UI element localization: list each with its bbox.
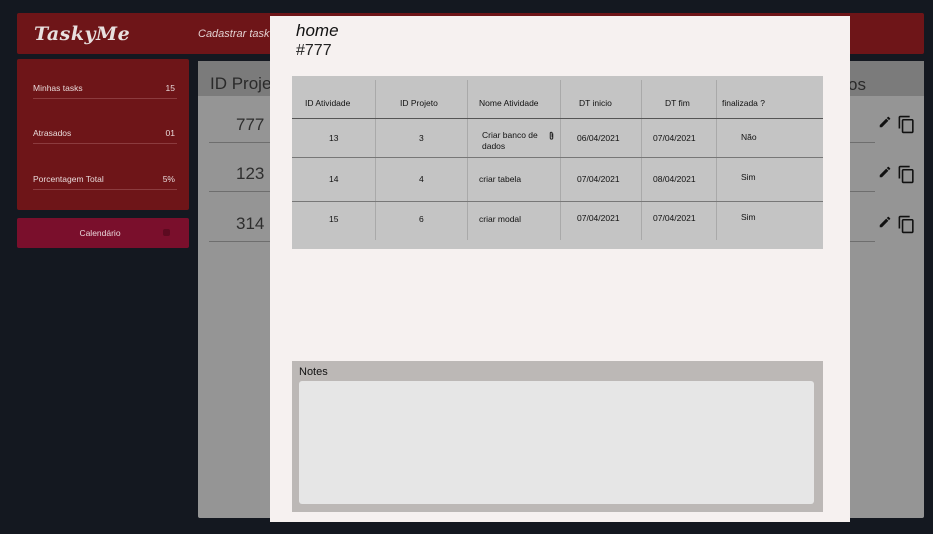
notes-textarea[interactable]: [299, 381, 814, 504]
stat-label: Minhas tasks: [33, 83, 83, 93]
paperclip-icon[interactable]: [548, 131, 555, 141]
stat-label: Porcentagem Total: [33, 174, 104, 184]
stat-value: 5%: [162, 174, 175, 184]
calendar-button-label: Calendário: [79, 228, 121, 238]
stat-value: 01: [165, 128, 175, 138]
column-divider: [467, 80, 468, 240]
pencil-icon[interactable]: [878, 165, 892, 179]
project-row-actions: [878, 165, 918, 185]
col-header-dt-fim: DT fim: [665, 98, 690, 108]
cell-dt-inicio: 07/04/2021: [577, 174, 620, 184]
project-row-actions: [878, 115, 918, 135]
col-header-id-projeto: ID Projeto: [400, 98, 438, 108]
stat-row-atrasados: Atrasados 01: [33, 121, 177, 144]
nav-link-cadastrar-task[interactable]: Cadastrar task: [198, 28, 270, 40]
cell-id-projeto: 3: [419, 133, 424, 143]
cell-finalizada: Sim: [741, 172, 756, 182]
copy-icon[interactable]: [897, 165, 916, 184]
column-divider: [375, 80, 376, 240]
col-header-id-atividade: ID Atividade: [305, 98, 351, 108]
modal-title: home: [296, 21, 339, 40]
cell-id-projeto: 4: [419, 174, 424, 184]
project-id[interactable]: 123: [236, 164, 264, 184]
cell-finalizada: Sim: [741, 212, 756, 222]
stat-row-minhas-tasks: Minhas tasks 15: [33, 76, 177, 99]
cell-id-atividade: 15: [329, 214, 339, 224]
col-header-finalizada: finalizada ?: [722, 98, 766, 108]
copy-icon[interactable]: [897, 115, 916, 134]
project-detail-modal: home #777 ID Atividade ID Projeto Nome A…: [270, 16, 850, 522]
stat-value: 15: [165, 83, 175, 93]
cell-dt-inicio: 07/04/2021: [577, 213, 620, 223]
cell-nome-atividade: criar tabela: [479, 174, 522, 184]
pencil-icon[interactable]: [878, 215, 892, 229]
cell-dt-fim: 07/04/2021: [653, 213, 696, 223]
notes-panel: Notes: [292, 361, 823, 512]
calendar-button[interactable]: Calendário: [17, 218, 189, 248]
cell-id-atividade: 14: [329, 174, 339, 184]
cell-finalizada: Não: [741, 132, 757, 142]
app-logo[interactable]: TaskyMe: [34, 23, 130, 45]
tasks-table: ID Atividade ID Projeto Nome Atividade D…: [292, 76, 823, 249]
row-divider: [292, 157, 823, 158]
project-row-actions: [878, 215, 918, 235]
project-id[interactable]: 314: [236, 214, 264, 234]
cell-nome-atividade: criar modal: [479, 214, 522, 224]
projects-header-right: os: [848, 75, 866, 94]
cell-dt-fim: 08/04/2021: [653, 174, 696, 184]
pencil-icon[interactable]: [878, 115, 892, 129]
cell-dt-fim: 07/04/2021: [653, 133, 696, 143]
col-header-nome-atividade: Nome Atividade: [479, 98, 539, 108]
modal-subtitle: #777: [296, 42, 332, 59]
cell-id-atividade: 13: [329, 133, 339, 143]
stat-label: Atrasados: [33, 128, 72, 138]
column-divider: [716, 80, 717, 240]
cell-id-projeto: 6: [419, 214, 424, 224]
column-divider: [641, 80, 642, 240]
header-divider: [292, 118, 823, 119]
notes-label: Notes: [299, 366, 328, 378]
stat-row-porcentagem-total: Porcentagem Total 5%: [33, 167, 177, 190]
calendar-icon: [163, 229, 170, 236]
row-divider: [292, 201, 823, 202]
copy-icon[interactable]: [897, 215, 916, 234]
projects-header-id: ID Projet: [210, 74, 277, 93]
col-header-dt-inicio: DT inicio: [579, 98, 612, 108]
stats-panel: Minhas tasks 15 Atrasados 01 Porcentagem…: [17, 59, 189, 210]
column-divider: [560, 80, 561, 240]
cell-nome-atividade: Criar banco de dados: [482, 130, 538, 151]
project-id[interactable]: 777: [236, 115, 264, 135]
cell-dt-inicio: 06/04/2021: [577, 133, 620, 143]
